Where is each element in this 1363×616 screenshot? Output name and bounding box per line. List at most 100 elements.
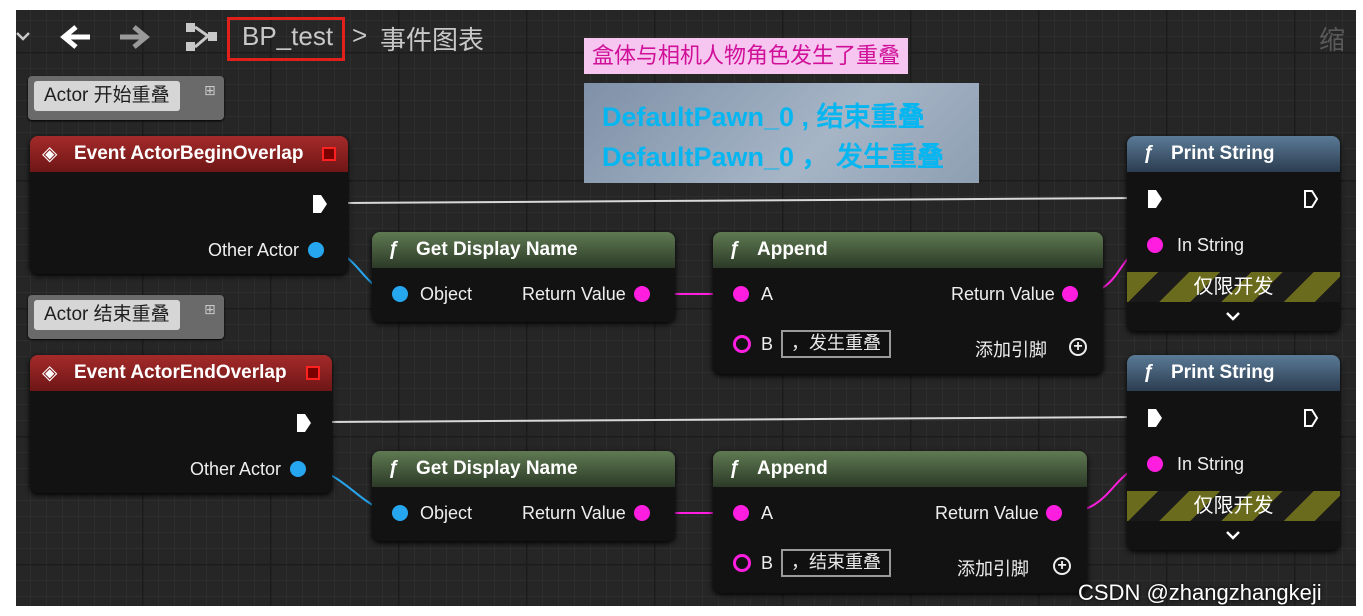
other-actor-pin[interactable] — [290, 461, 306, 477]
exec-in-pin[interactable] — [1147, 189, 1163, 209]
object-input-pin[interactable] — [392, 286, 408, 302]
exec-out-pin[interactable] — [1303, 408, 1319, 428]
node-header: ƒ Append — [713, 451, 1087, 487]
pin-label-return-value: Return Value — [522, 284, 626, 304]
node-header: ƒ Get Display Name — [372, 232, 675, 268]
pin-label-return-value: Return Value — [951, 284, 1055, 304]
node-event-begin-overlap[interactable]: ◈ Event ActorBeginOverlap Other Actor — [30, 136, 348, 274]
node-header: ƒ Print String — [1127, 355, 1340, 391]
blueprint-graph-canvas[interactable]: BP_test > 事件图表 缩 Actor 开始重叠 ⊞ Actor 结束重叠… — [16, 10, 1356, 606]
node-get-display-name-2[interactable]: ƒ Get Display Name Object Return Value — [372, 451, 675, 541]
pin-label-b: B — [761, 334, 774, 354]
comment-begin-overlap[interactable]: Actor 开始重叠 ⊞ — [28, 76, 224, 120]
node-title: Get Display Name — [416, 458, 578, 479]
node-title: Append — [757, 458, 828, 479]
exec-in-pin[interactable] — [1147, 408, 1163, 428]
b-input-pin[interactable] — [733, 554, 751, 572]
chevron-down-icon[interactable] — [1225, 529, 1241, 541]
function-icon: ƒ — [388, 458, 399, 479]
function-icon: ƒ — [729, 458, 740, 479]
add-pin-label[interactable]: 添加引脚 — [957, 555, 1029, 581]
pin-label-b: B — [761, 553, 774, 573]
b-value-field[interactable]: ，发生重叠 — [781, 330, 891, 358]
node-header: ƒ Get Display Name — [372, 451, 675, 487]
development-only-banner: 仅限开发 — [1127, 272, 1340, 302]
node-title: Print String — [1171, 143, 1275, 164]
pin-icon[interactable]: ⊞ — [204, 82, 216, 99]
node-title: Print String — [1171, 362, 1275, 383]
add-pin-plus-icon[interactable]: + — [1069, 338, 1087, 356]
pin-label-return-value: Return Value — [935, 503, 1039, 523]
node-print-string-1[interactable]: ƒ Print String In String 仅限开发 — [1127, 136, 1340, 331]
pin-label-other-actor: Other Actor — [208, 240, 300, 260]
node-header: ◈ Event ActorBeginOverlap — [30, 136, 348, 172]
return-value-pin[interactable] — [634, 505, 650, 521]
breadcrumb-separator: > — [352, 20, 368, 50]
return-value-pin[interactable] — [1062, 286, 1078, 302]
annotation-log-screenshot: DefaultPawn_0 , 结束重叠 DefaultPawn_0 ， 发生重… — [584, 83, 979, 183]
pin-label-a: A — [761, 503, 774, 523]
annotation-pink-note: 盒体与相机人物角色发生了重叠 — [584, 38, 909, 74]
b-input-pin[interactable] — [733, 335, 751, 353]
node-get-display-name-1[interactable]: ƒ Get Display Name Object Return Value — [372, 232, 675, 322]
pin-label-other-actor: Other Actor — [190, 459, 282, 479]
chevron-down-icon[interactable] — [1225, 310, 1241, 322]
arrow-left-icon[interactable] — [60, 24, 92, 50]
chevron-down-icon[interactable] — [16, 29, 30, 43]
log-line-1: DefaultPawn_0 , 结束重叠 — [602, 102, 925, 132]
function-icon: ƒ — [388, 239, 399, 260]
node-header: ƒ Print String — [1127, 136, 1340, 172]
node-title: Event ActorBeginOverlap — [74, 143, 304, 164]
delegate-pin-icon[interactable] — [306, 366, 320, 380]
blueprint-graph-icon — [186, 23, 217, 51]
node-print-string-2[interactable]: ƒ Print String In String 仅限开发 — [1127, 355, 1340, 550]
object-input-pin[interactable] — [392, 505, 408, 521]
node-append-1[interactable]: ƒ Append A Return Value B ，发生重叠 添加引脚 + — [713, 232, 1103, 374]
node-append-2[interactable]: ƒ Append A Return Value B ，结束重叠 添加引脚 + — [713, 451, 1087, 593]
pin-label-object: Object — [420, 284, 473, 304]
development-only-banner: 仅限开发 — [1127, 491, 1340, 521]
event-diamond-icon: ◈ — [42, 362, 58, 384]
exec-out-pin[interactable] — [312, 194, 328, 214]
exec-out-pin[interactable] — [296, 413, 312, 433]
return-value-pin[interactable] — [634, 286, 650, 302]
pin-label-a: A — [761, 284, 774, 304]
exec-wire-end — [330, 416, 1140, 423]
pin-label-in-string: In String — [1177, 235, 1245, 255]
node-event-end-overlap[interactable]: ◈ Event ActorEndOverlap Other Actor — [30, 355, 332, 493]
in-string-pin[interactable] — [1147, 456, 1163, 472]
exec-out-pin[interactable] — [1303, 189, 1319, 209]
add-pin-label[interactable]: 添加引脚 — [975, 336, 1047, 362]
pin-label-object: Object — [420, 503, 473, 523]
comment-text: Actor 结束重叠 — [34, 300, 180, 330]
pin-label-in-string: In String — [1177, 454, 1245, 474]
highlight-box — [227, 17, 345, 61]
comment-text: Actor 开始重叠 — [34, 81, 180, 111]
add-pin-plus-icon[interactable]: + — [1053, 557, 1071, 575]
node-header: ƒ Append — [713, 232, 1103, 268]
delegate-pin-icon[interactable] — [322, 147, 336, 161]
a-input-pin[interactable] — [733, 286, 749, 302]
pin-icon[interactable]: ⊞ — [204, 301, 216, 318]
function-icon: ƒ — [1143, 143, 1154, 164]
event-diamond-icon: ◈ — [42, 143, 58, 165]
log-line-2: DefaultPawn_0 ， 发生重叠 — [602, 142, 945, 172]
return-value-pin[interactable] — [1046, 505, 1062, 521]
a-input-pin[interactable] — [733, 505, 749, 521]
watermark: CSDN @zhangzhangkeji — [1078, 580, 1322, 605]
comment-end-overlap[interactable]: Actor 结束重叠 ⊞ — [28, 295, 224, 339]
other-actor-pin[interactable] — [308, 242, 324, 258]
node-header: ◈ Event ActorEndOverlap — [30, 355, 332, 391]
exec-wire-begin — [345, 197, 1140, 204]
b-value-field[interactable]: ，结束重叠 — [781, 549, 891, 577]
node-title: Append — [757, 239, 828, 260]
arrow-right-icon[interactable] — [118, 24, 150, 50]
function-icon: ƒ — [729, 239, 740, 260]
function-icon: ƒ — [1143, 362, 1154, 383]
graph-name[interactable]: 事件图表 — [380, 20, 484, 57]
in-string-pin[interactable] — [1147, 237, 1163, 253]
node-title: Get Display Name — [416, 239, 578, 260]
pin-label-return-value: Return Value — [522, 503, 626, 523]
node-title: Event ActorEndOverlap — [74, 362, 287, 383]
zoom-label: 缩 — [1319, 25, 1346, 55]
